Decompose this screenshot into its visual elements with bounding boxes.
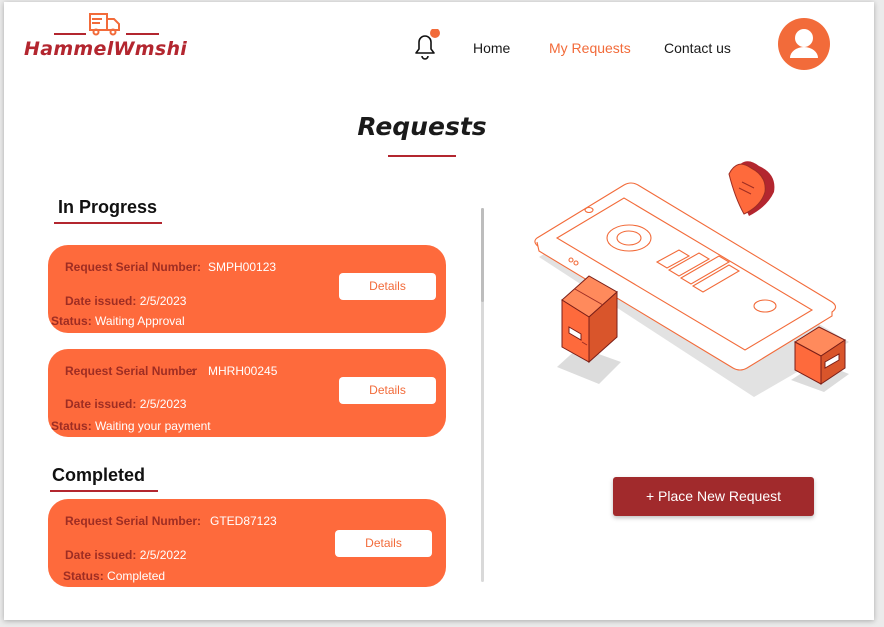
heart-icon xyxy=(728,161,775,216)
brand-logo[interactable]: HammelWmshi xyxy=(24,10,194,70)
status-label: Status xyxy=(51,419,88,433)
section-in-progress: In Progress xyxy=(58,197,158,217)
place-new-request-button[interactable]: + Place New Request xyxy=(613,477,814,516)
date-label: Date issued xyxy=(65,294,133,308)
section-underline xyxy=(54,222,162,224)
section-completed: Completed xyxy=(52,465,146,485)
page-title: Requests xyxy=(357,112,487,141)
user-avatar-icon xyxy=(790,29,818,58)
title-underline xyxy=(388,155,456,157)
status-label: Status xyxy=(63,569,100,583)
avatar[interactable] xyxy=(778,18,830,70)
notification-dot xyxy=(430,28,440,38)
scrollbar-thumb[interactable] xyxy=(481,208,484,302)
serial-label: Request Serial Number: xyxy=(65,260,202,274)
delivery-truck-icon xyxy=(54,13,159,36)
nav-home[interactable]: Home xyxy=(473,40,510,56)
status-value: Waiting Approval xyxy=(95,314,185,328)
serial-number: SMPH00123 xyxy=(208,260,277,274)
section-underline xyxy=(50,490,158,492)
brand-name: HammelWmshi xyxy=(24,38,188,60)
request-card: Request Serial Number: GTED87123 Details… xyxy=(48,499,446,587)
date-value: 2/5/2022 xyxy=(139,548,187,562)
serial-number: GTED87123 xyxy=(210,514,277,528)
details-button[interactable]: Details xyxy=(335,530,432,557)
serial-number: MHRH00245 xyxy=(208,364,278,378)
serial-label: Request Serial Number xyxy=(65,364,198,378)
date-label: Date issued xyxy=(65,548,133,562)
date-value: 2/5/2023 xyxy=(139,294,187,308)
request-card: Request Serial Number : MHRH00245 Detail… xyxy=(48,349,446,437)
notification-button[interactable] xyxy=(408,28,442,63)
bell-icon xyxy=(415,28,440,60)
status-label: Status xyxy=(51,314,88,328)
date-label: Date issued xyxy=(65,397,133,411)
nav-contact-us[interactable]: Contact us xyxy=(664,40,731,56)
package-box-icon xyxy=(557,275,621,384)
status-value: Completed xyxy=(107,569,166,583)
details-button[interactable]: Details xyxy=(339,377,436,404)
app-frame: HammelWmshi Home My Requests Contact us … xyxy=(4,2,874,620)
details-button[interactable]: Details xyxy=(339,273,436,300)
serial-label: Request Serial Number: xyxy=(65,514,202,528)
status-value: Waiting your payment xyxy=(95,419,211,433)
request-card: Request Serial Number: SMPH00123 Details… xyxy=(48,245,446,333)
nav-my-requests[interactable]: My Requests xyxy=(549,40,631,56)
date-value: 2/5/2023 xyxy=(139,397,187,411)
phone-delivery-illustration xyxy=(534,161,849,397)
